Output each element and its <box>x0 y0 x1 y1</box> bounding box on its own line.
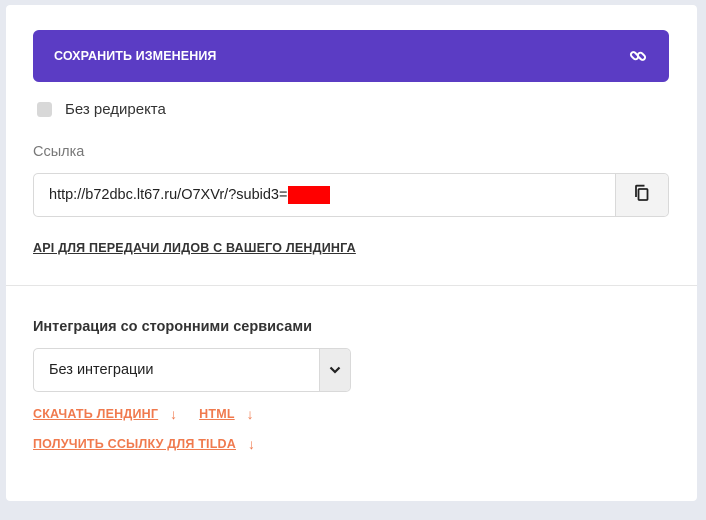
link-value: http://b72dbc.lt67.ru/O7XVr/?subid3= <box>49 187 288 203</box>
api-leads-link[interactable]: API ДЛЯ ПЕРЕДАЧИ ЛИДОВ С ВАШЕГО ЛЕНДИНГА <box>33 241 356 255</box>
download-row: СКАЧАТЬ ЛЕНДИНГ ↓ HTML ↓ <box>33 407 276 421</box>
tilda-link[interactable]: ПОЛУЧИТЬ ССЫЛКУ ДЛЯ TILDA <box>33 437 236 451</box>
link-field-label: Ссылка <box>33 144 85 160</box>
no-redirect-option[interactable]: Без редиректа <box>37 101 166 118</box>
redacted-value <box>288 186 331 204</box>
link-field[interactable]: http://b72dbc.lt67.ru/O7XVr/?subid3= <box>33 173 669 217</box>
no-redirect-label: Без редиректа <box>65 101 166 118</box>
download-arrow-icon: ↓ <box>246 406 254 422</box>
settings-card: СОХРАНИТЬ ИЗМЕНЕНИЯ Без редиректа Ссылка… <box>6 5 697 501</box>
tilda-row: ПОЛУЧИТЬ ССЫЛКУ ДЛЯ TILDA ↓ <box>33 437 277 451</box>
chevron-down-icon[interactable] <box>319 349 350 391</box>
link-value-container[interactable]: http://b72dbc.lt67.ru/O7XVr/?subid3= <box>34 186 615 204</box>
save-changes-button[interactable]: СОХРАНИТЬ ИЗМЕНЕНИЯ <box>33 30 669 82</box>
integration-selected-value: Без интеграции <box>49 362 154 378</box>
integration-select[interactable]: Без интеграции <box>33 348 351 392</box>
download-landing-link[interactable]: СКАЧАТЬ ЛЕНДИНГ <box>33 407 158 421</box>
copy-icon <box>633 184 651 207</box>
download-arrow-icon: ↓ <box>248 436 255 452</box>
section-divider <box>6 285 697 286</box>
copy-button[interactable] <box>615 174 668 216</box>
download-html-link[interactable]: HTML <box>199 407 235 421</box>
no-redirect-checkbox[interactable] <box>37 102 52 117</box>
download-arrow-icon: ↓ <box>170 406 178 422</box>
link-icon[interactable] <box>629 47 647 65</box>
integration-title: Интеграция со сторонними сервисами <box>33 319 312 335</box>
save-changes-label: СОХРАНИТЬ ИЗМЕНЕНИЯ <box>54 49 217 63</box>
